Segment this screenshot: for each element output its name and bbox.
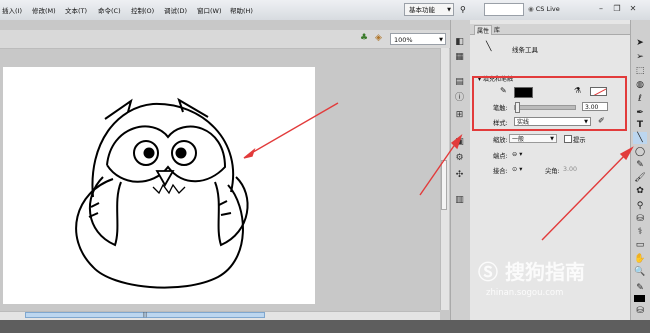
watermark-logo: Ⓢ 搜狗指南 bbox=[478, 256, 585, 285]
watermark-text: 搜狗指南 bbox=[504, 260, 585, 284]
sogou-logo-icon: Ⓢ bbox=[478, 260, 498, 284]
watermark-url: zhinan.sogou.com bbox=[486, 288, 564, 298]
